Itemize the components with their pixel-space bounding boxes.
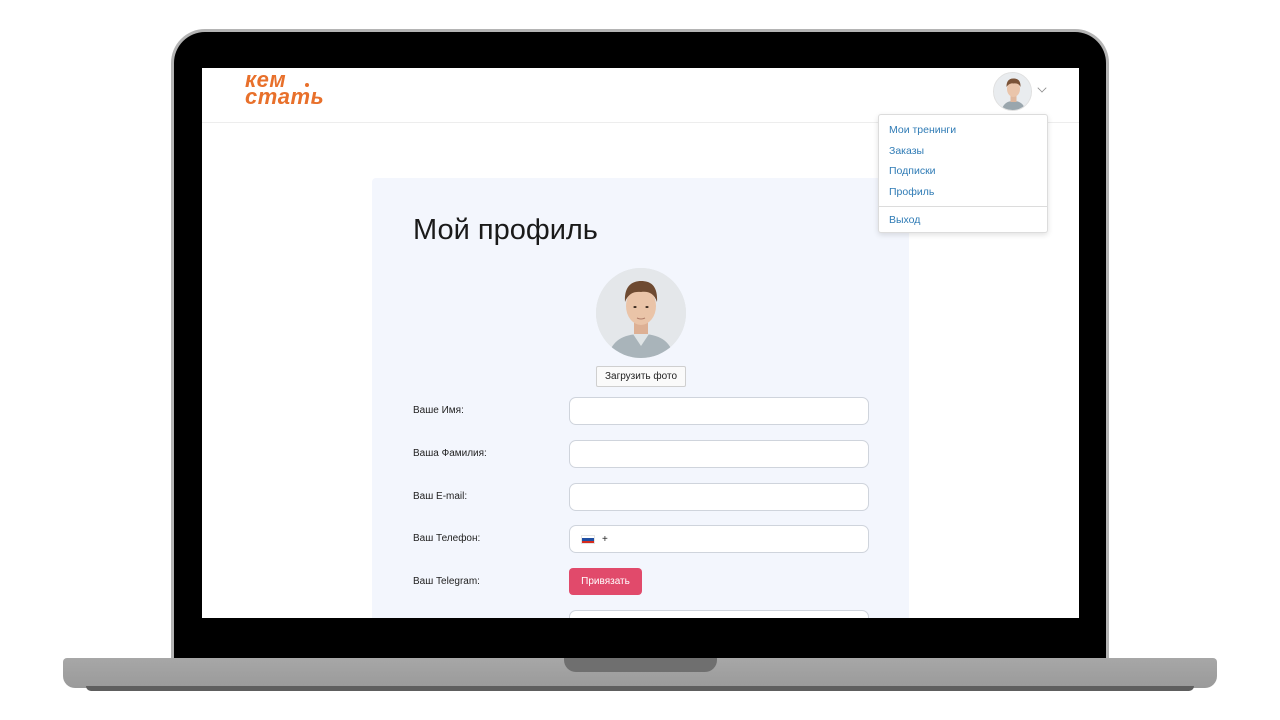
phone-prefix: + [602,534,608,545]
first-name-input[interactable] [569,397,869,425]
last-name-input[interactable] [569,440,869,468]
laptop-notch [564,658,717,672]
menu-item-my-trainings[interactable]: Мои тренинги [879,120,1047,141]
telegram-label: Ваш Telegram: [413,576,480,587]
telegram-link-button[interactable]: Привязать [569,568,642,595]
profile-photo-image [596,268,686,358]
phone-label: Ваш Телефон: [413,533,481,544]
last-name-label: Ваша Фамилия: [413,448,487,459]
menu-item-logout[interactable]: Выход [879,210,1047,231]
email-input[interactable] [569,483,869,511]
logo-dot [305,83,309,87]
email-row: Ваш E-mail: [413,483,869,511]
menu-item-profile[interactable]: Профиль [879,182,1047,203]
logo-line-2: стать [245,84,325,109]
phone-row: Ваш Телефон: + [413,525,869,553]
upload-photo-button[interactable]: Загрузить фото [596,366,686,387]
next-field-row [413,610,869,618]
menu-divider [879,206,1047,207]
russia-flag-icon [581,535,595,544]
email-label: Ваш E-mail: [413,491,468,502]
user-avatar-icon [994,73,1031,110]
phone-input[interactable] [569,525,869,553]
profile-photo [596,268,686,358]
laptop-base-shadow [86,686,1194,691]
telegram-row: Ваш Telegram: Привязать [413,568,869,596]
first-name-row: Ваше Имя: [413,397,869,425]
user-dropdown-menu: Мои тренинги Заказы Подписки Профиль Вых… [878,114,1048,233]
user-avatar-button[interactable] [993,72,1032,111]
last-name-row: Ваша Фамилия: [413,440,869,468]
menu-item-subscriptions[interactable]: Подписки [879,161,1047,182]
chevron-down-icon[interactable] [1037,83,1047,93]
next-field-input[interactable] [569,610,869,618]
page-title: Мой профиль [413,214,598,246]
site-logo[interactable]: кем стать [245,69,325,115]
laptop-screen: кем стать Мои тренинги Заказы Подписки П… [202,68,1079,618]
phone-country-selector[interactable]: + [581,534,608,545]
menu-item-orders[interactable]: Заказы [879,141,1047,162]
profile-card: Мой профиль Загрузить фото Ваше Имя: Ваш… [372,178,909,618]
first-name-label: Ваше Имя: [413,405,464,416]
